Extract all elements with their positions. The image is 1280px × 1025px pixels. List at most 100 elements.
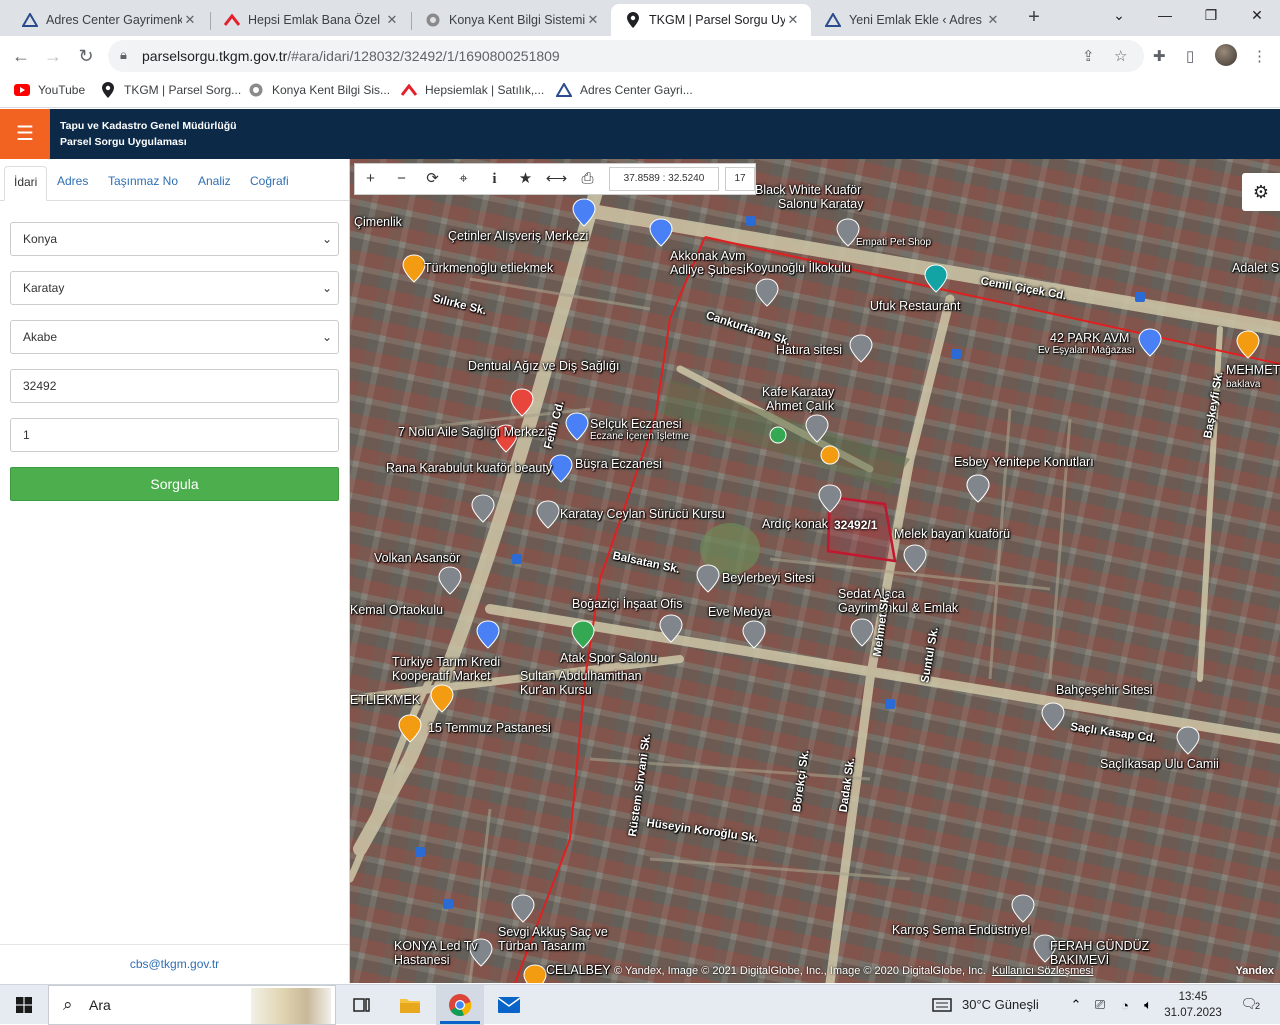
map-label[interactable]: Empati Pet Shop [856,237,931,248]
bookmark-tkgm[interactable]: TKGM | Parsel Sorg... [100,82,241,98]
speaker-icon[interactable]: 🔈︎ [1138,985,1158,1025]
map-label[interactable]: Boğaziçi İnşaat Ofis [572,597,682,611]
map-label[interactable]: Rana Karabulut kuaför beauty [386,461,552,475]
info-icon[interactable]: i [479,164,510,194]
new-tab-button[interactable]: + [1022,6,1046,30]
map-label[interactable]: Saçlıkasap Ulu Camii [1100,757,1219,771]
map-label[interactable]: Adalet Sitesi [1232,261,1280,275]
close-icon[interactable]: ✕ [384,12,400,28]
neighborhood-select[interactable]: Akabe ⌄ [10,320,339,354]
weather-icon[interactable] [928,985,956,1025]
map-label[interactable]: CELALBEY [546,963,611,977]
close-icon[interactable]: ✕ [182,12,198,28]
parcel-label[interactable]: 32492/1 [834,518,877,532]
map-label[interactable]: Ahmet Çalık [766,399,834,413]
contact-email-link[interactable]: cbs@tkgm.gov.tr [0,944,349,983]
map-label[interactable]: Bahçeşehir Sitesi [1056,683,1153,697]
notification-icon[interactable]: 🗨︎ 2 [1238,993,1260,1015]
task-view-icon[interactable] [340,985,384,1025]
map-label[interactable]: KONYA Led Tv Hastanesi [394,939,484,967]
map-label[interactable]: Eve Medya [708,605,771,619]
measure-icon[interactable]: ⟷ [541,164,572,194]
chevron-down-icon[interactable]: ⌄ [1096,0,1142,30]
browser-tab-tkgm[interactable]: TKGM | Parsel Sorgu Uygu ✕ [611,4,811,36]
terms-link[interactable]: Kullanıcı Sözleşmesi [992,965,1094,977]
province-select[interactable]: Konya ⌄ [10,222,339,256]
map-label[interactable]: Karatay Ceylan Sürücü Kursu [560,507,725,521]
tab-idari[interactable]: İdari [4,166,48,201]
zoom-out-icon[interactable]: − [386,164,417,194]
chevron-up-icon[interactable]: ⌃ [1066,985,1086,1025]
satellite-map[interactable]: Black White Kuaför Salonu Karatay Çimenl… [350,159,1280,983]
map-label[interactable]: Melek bayan kuaförü [894,527,1010,541]
forward-button[interactable]: → [40,43,66,69]
weather-text[interactable]: 30°C Güneşli [962,997,1039,1012]
map-label[interactable]: Esbey Yenitepe Konutları [954,455,1094,469]
browser-tab-yeni-emlak[interactable]: Yeni Emlak Ekle ‹ Adres Ce ✕ [811,4,1011,36]
map-label[interactable]: 7 Nolu Aile Sağlığı Merkezi [398,425,547,439]
hamburger-menu-icon[interactable]: ☰ [0,109,50,159]
avatar[interactable] [1215,44,1237,66]
taskbar-clock[interactable]: 13:45 31.07.2023 [1158,989,1228,1021]
map-label[interactable]: Sultan Abdulhamithan Kur'an Kursu [520,669,660,697]
address-bar[interactable]: 🔒︎ parselsorgu.tkgm.gov.tr/#ara/idari/12… [108,40,1144,72]
tab-tasinmaz-no[interactable]: Taşınmaz No [99,166,187,201]
gear-icon[interactable]: ⚙ [1242,173,1280,211]
map-label[interactable]: Akkonak Avm [670,249,746,263]
close-icon[interactable]: ✕ [785,12,801,28]
map-label[interactable]: Kemal Ortaokulu [350,603,443,617]
refresh-icon[interactable]: ⟳ [417,164,448,194]
map-label[interactable]: Selçuk Eczanesi [590,417,682,431]
map-label[interactable]: Ev Eşyaları Mağazası [1038,345,1135,356]
close-icon[interactable]: ✕ [985,12,1001,28]
map-label[interactable]: Atak Spor Salonu [560,651,657,665]
map-label[interactable]: Salonu Karatay [778,197,863,211]
map-label[interactable]: FERAH GÜNDÜZ BAKIMEVİ [1050,939,1160,967]
map-label[interactable]: Çetinler Alışveriş Merkezi [448,229,588,243]
map-label[interactable]: Eczane İçeren İşletme [590,431,689,442]
map-label[interactable]: Black White Kuaför [755,183,861,197]
map-label[interactable]: MEHMET [1226,363,1280,377]
map-label[interactable]: Çimenlik [354,215,402,229]
map-label[interactable]: Büşra Eczanesi [575,457,662,471]
map-label[interactable]: Beylerbeyi Sitesi [722,571,814,585]
browser-tab-adres-center[interactable]: Adres Center Gayrimenku ✕ [8,4,208,36]
parcel-no-input[interactable]: 1 [10,418,339,452]
back-button[interactable]: ← [8,43,34,69]
lock-icon[interactable]: 🔒︎ [120,47,127,63]
minimize-button[interactable]: — [1142,0,1188,30]
print-icon[interactable]: ⎙ [572,164,603,194]
block-no-input[interactable]: 32492 [10,369,339,403]
map-label[interactable]: Adliye Şubesi [670,263,746,277]
tab-analiz[interactable]: Analiz [189,166,240,201]
bookmark-youtube[interactable]: YouTube [14,82,85,98]
map-label[interactable]: Koyunoğlu İlkokulu [746,261,851,275]
map-label[interactable]: 15 Temmuz Pastanesi [428,721,551,735]
query-button[interactable]: Sorgula [10,467,339,501]
map-label[interactable]: Volkan Asansör [374,551,460,565]
chrome-taskbar-icon[interactable] [436,985,484,1025]
map-label[interactable]: ETLİEKMEK [350,693,420,707]
mail-icon[interactable] [486,985,532,1025]
map-label[interactable]: Türkmenoğlu etliekmek [424,261,553,275]
side-panel-icon[interactable]: ▯ [1186,47,1194,65]
bookmark-hepsiemlak[interactable]: Hepsiemlak | Satılık,... [401,82,544,98]
menu-dots-icon[interactable]: ⋮ [1252,47,1267,65]
extensions-icon[interactable]: ✚ [1153,47,1166,65]
district-select[interactable]: Karatay ⌄ [10,271,339,305]
map-label[interactable]: Ardıç konak [762,517,828,531]
favorite-star-icon[interactable]: ★ [510,164,541,194]
locate-crosshair-icon[interactable]: ⌖ [448,164,479,194]
map-label[interactable]: Sedat Alaca Gayrimenkul & Emlak [838,587,978,615]
restore-button[interactable]: ❐ [1188,0,1234,30]
wifi-icon[interactable]: ◔ [1114,985,1136,1025]
bookmark-konya[interactable]: Konya Kent Bilgi Sis... [248,82,390,98]
browser-tab-konya-kbs[interactable]: Konya Kent Bilgi Sistemi ✕ [411,4,611,36]
device-icon[interactable]: ⎚ [1090,985,1110,1025]
map-label[interactable]: Dentual Ağız ve Diş Sağlığı [468,359,619,373]
windows-start-icon[interactable] [0,985,48,1025]
browser-tab-hepsiemlak[interactable]: Hepsi Emlak Bana Özel ✕ [210,4,410,36]
map-label[interactable]: Sevgi Akkuş Saç ve Türban Tasarım [498,925,608,953]
tab-cografi[interactable]: Coğrafi [241,166,298,201]
close-icon[interactable]: ✕ [585,12,601,28]
